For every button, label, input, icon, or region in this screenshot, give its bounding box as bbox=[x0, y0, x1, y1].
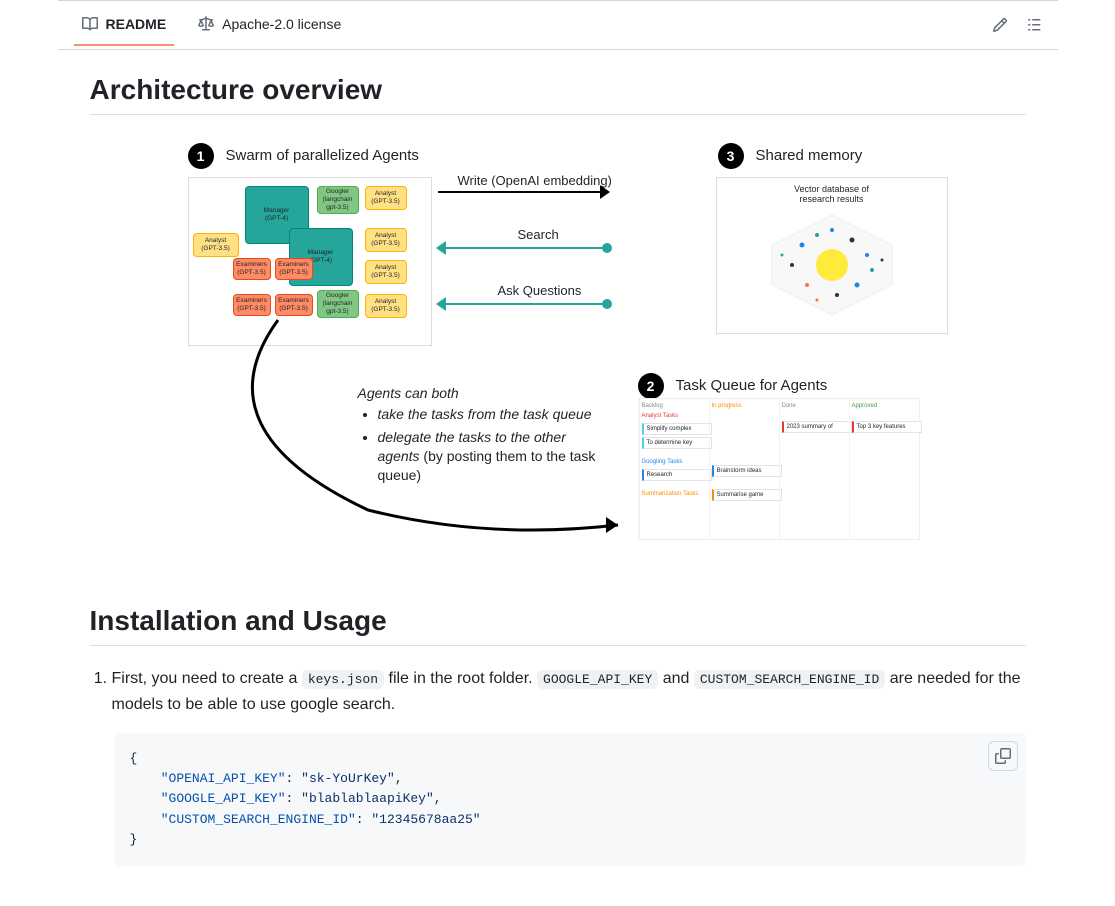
tabs: README Apache-2.0 license bbox=[74, 4, 350, 46]
badge-1: 1 bbox=[188, 143, 214, 169]
tq-col1-header: Backlog bbox=[642, 401, 712, 411]
tq-col4-header: Approved bbox=[852, 401, 922, 411]
box-exam1: Examiners(GPT-3.5) bbox=[233, 258, 271, 280]
readme-content: Architecture overview 1 Swarm of paralle… bbox=[58, 74, 1058, 906]
label-search: Search bbox=[518, 227, 559, 242]
law-icon bbox=[198, 16, 214, 32]
box-googler1: Googler(langchaingpt-3.5) bbox=[317, 186, 359, 214]
tq-card: 2023 summary of bbox=[782, 421, 852, 433]
code-search-id: CUSTOM_SEARCH_ENGINE_ID bbox=[694, 670, 885, 689]
queue-title: Task Queue for Agents bbox=[676, 377, 828, 394]
box-exam2: Examiners(GPT-3.5) bbox=[275, 258, 313, 280]
install-step-1: First, you need to create a keys.json fi… bbox=[112, 666, 1026, 717]
dot-search bbox=[602, 243, 612, 253]
mem-header: Vector database ofresearch results bbox=[717, 184, 947, 204]
box-analyst4: Analyst(GPT-3.5) bbox=[365, 260, 407, 284]
architecture-diagram: 1 Swarm of parallelized Agents Analyst(G… bbox=[168, 135, 948, 565]
install-steps: First, you need to create a keys.json fi… bbox=[90, 666, 1026, 717]
tab-license-label: Apache-2.0 license bbox=[222, 16, 341, 32]
task-queue-panel: Backlog Analyst Tasks Simplify complex T… bbox=[638, 398, 920, 540]
arrow-ask bbox=[446, 303, 606, 305]
tq-row2: Googling Tasks bbox=[642, 457, 712, 467]
tab-bar: README Apache-2.0 license bbox=[58, 0, 1058, 50]
arrow-search-head bbox=[436, 241, 446, 255]
book-icon bbox=[82, 16, 98, 32]
copy-icon bbox=[995, 748, 1011, 764]
code-content: { "OPENAI_API_KEY": "sk-YoUrKey", "GOOGL… bbox=[130, 749, 1010, 850]
tab-readme[interactable]: README bbox=[74, 4, 175, 46]
tq-row3: Summarization Tasks bbox=[642, 489, 712, 499]
code-keys-json: keys.json bbox=[302, 670, 384, 689]
tq-col3-header: Done bbox=[782, 401, 852, 411]
tq-card: Simplify complex bbox=[642, 423, 712, 435]
vector-viz bbox=[757, 210, 907, 320]
list-icon[interactable] bbox=[1026, 17, 1042, 33]
arrow-write-head bbox=[600, 185, 610, 199]
arrow-search bbox=[446, 247, 606, 249]
badge-3: 3 bbox=[718, 143, 744, 169]
desc-bullet-1: take the tasks from the task queue bbox=[378, 405, 598, 424]
tq-card: To determine key bbox=[642, 437, 712, 449]
tq-row1: Analyst Tasks bbox=[642, 411, 712, 421]
swarm-title: Swarm of parallelized Agents bbox=[226, 147, 419, 164]
dot-ask bbox=[602, 299, 612, 309]
tab-readme-label: README bbox=[106, 16, 167, 32]
label-write: Write (OpenAI embedding) bbox=[458, 173, 612, 188]
heading-architecture: Architecture overview bbox=[90, 74, 1026, 115]
arrow-write bbox=[438, 191, 608, 193]
tab-license[interactable]: Apache-2.0 license bbox=[190, 4, 349, 46]
tq-col2-header: In progress bbox=[712, 401, 782, 411]
desc-lead: Agents can both bbox=[358, 385, 459, 401]
badge-2: 2 bbox=[638, 373, 664, 399]
desc-bullet-2: delegate the tasks to the other agents (… bbox=[378, 428, 598, 485]
tab-actions bbox=[992, 17, 1042, 33]
tq-card: Top 3 key features bbox=[852, 421, 922, 433]
memory-panel: Vector database ofresearch results bbox=[716, 177, 948, 334]
heading-installation: Installation and Usage bbox=[90, 605, 1026, 646]
tq-card: Brainstorm ideas bbox=[712, 465, 782, 477]
tq-card: Summarise game bbox=[712, 489, 782, 501]
box-analyst1: Analyst(GPT-3.5) bbox=[193, 233, 239, 257]
readme-container: README Apache-2.0 license Architecture o… bbox=[58, 0, 1058, 906]
code-block-keys: { "OPENAI_API_KEY": "sk-YoUrKey", "GOOGL… bbox=[114, 733, 1026, 866]
copy-button[interactable] bbox=[988, 741, 1018, 771]
label-ask: Ask Questions bbox=[498, 283, 582, 298]
code-google-key: GOOGLE_API_KEY bbox=[537, 670, 658, 689]
memory-title: Shared memory bbox=[756, 147, 863, 164]
tq-card: Research bbox=[642, 469, 712, 481]
box-analyst2: Analyst(GPT-3.5) bbox=[365, 186, 407, 210]
arrow-ask-head bbox=[436, 297, 446, 311]
pencil-icon[interactable] bbox=[992, 17, 1008, 33]
box-analyst3: Analyst(GPT-3.5) bbox=[365, 228, 407, 252]
description-block: Agents can both take the tasks from the … bbox=[358, 385, 598, 489]
